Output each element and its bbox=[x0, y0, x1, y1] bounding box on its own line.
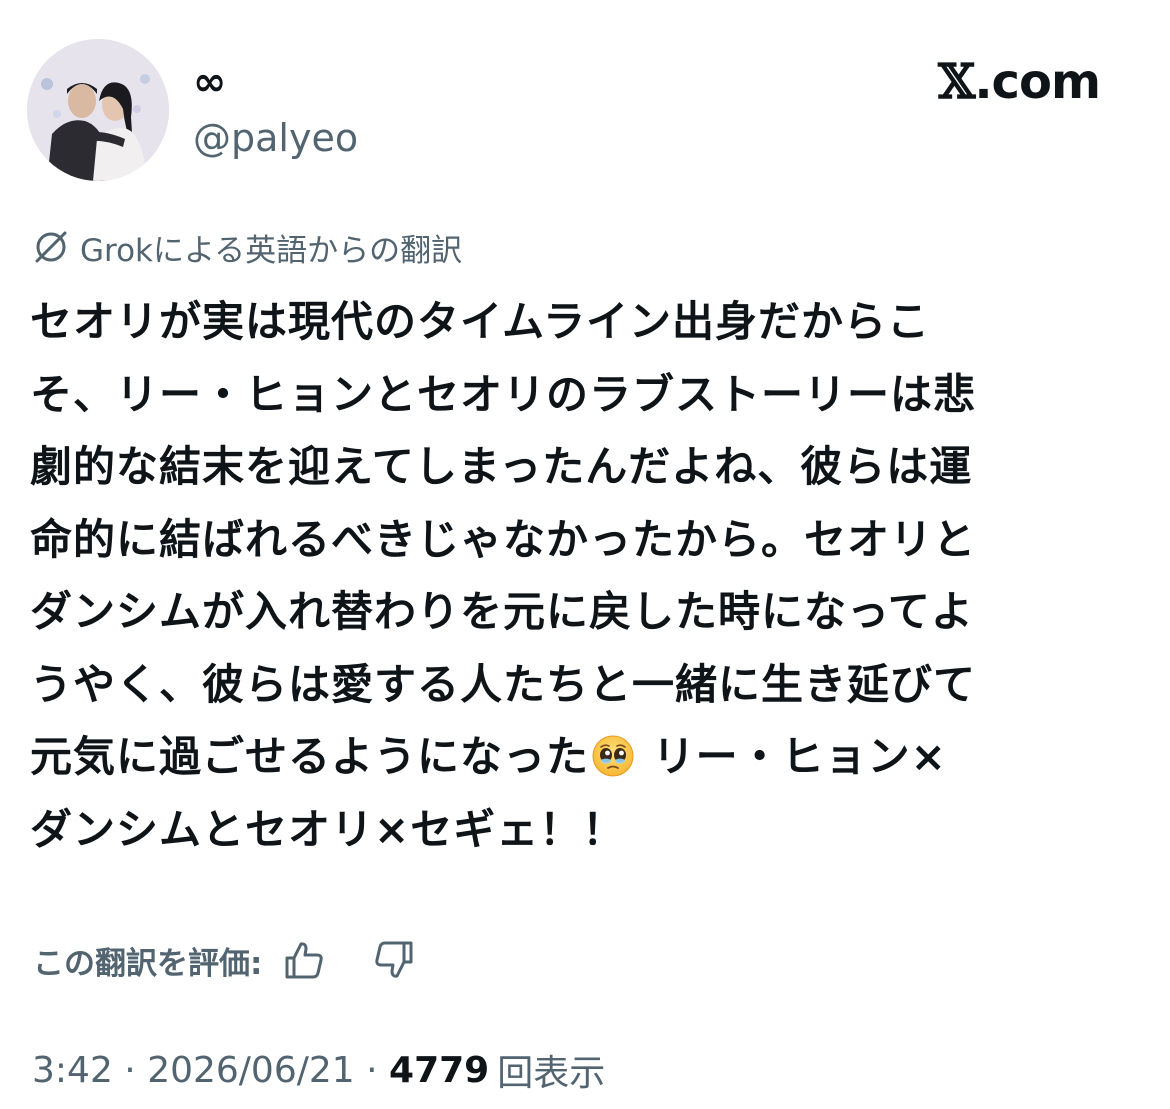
views-label: 回表示 bbox=[497, 1053, 606, 1094]
user-handle[interactable]: @palyeo bbox=[193, 112, 358, 164]
display-name[interactable]: ∞ bbox=[193, 56, 226, 108]
tweet-line: そ、リー・ヒョンとセオリのラブストーリーは悲 bbox=[30, 369, 977, 419]
thumbs-up-icon[interactable] bbox=[282, 938, 326, 982]
translation-rating: この翻訳を評価: bbox=[33, 930, 416, 990]
tweet-line-segment: リー・ヒョン× bbox=[637, 732, 947, 781]
tweet-meta: 3:42 · 2026/06/21 · 4779 回表示 bbox=[32, 1042, 605, 1098]
translation-label: Grokによる英語からの翻訳 bbox=[80, 232, 463, 269]
tweet-line: 元気に過ごせるようになった リー・ヒョン× bbox=[30, 721, 1142, 794]
tweet-text: セオリが実は現代のタイムライン出身だからこ そ、リー・ヒョンとセオリのラブストー… bbox=[30, 286, 1142, 866]
x-logo-icon: 𝕏 bbox=[938, 54, 975, 110]
tweet-header: ∞ @palyeo 𝕏.com bbox=[0, 0, 1170, 200]
avatar[interactable] bbox=[27, 39, 169, 181]
tweet-line: 命的に結ばれるべきじゃなかったから。セオリと bbox=[30, 514, 977, 564]
rating-label: この翻訳を評価: bbox=[33, 945, 263, 982]
tweet-line: うやく、彼らは愛する人たちと一緒に生き延びて bbox=[30, 659, 977, 709]
grok-icon bbox=[35, 231, 67, 263]
pleading-face-emoji bbox=[592, 735, 634, 777]
tweet-line-segment: 元気に過ごせるようになった bbox=[30, 732, 590, 781]
translation-notice: Grokによる英語からの翻訳 bbox=[32, 222, 462, 272]
tweet-date[interactable]: 2026/06/21 bbox=[147, 1050, 355, 1091]
meta-separator: · bbox=[354, 1049, 390, 1091]
tweet-line: 劇的な結末を迎えてしまったんだよね、彼らは運 bbox=[30, 442, 973, 491]
tweet-line: ダンシムとセオリ×セギェ！！ bbox=[30, 804, 626, 854]
tweet-time[interactable]: 3:42 bbox=[32, 1050, 113, 1091]
brand-suffix: .com bbox=[974, 54, 1101, 110]
avatar-photo bbox=[27, 39, 169, 181]
views-count: 4779 bbox=[389, 1049, 490, 1091]
meta-separator: · bbox=[112, 1049, 148, 1091]
thumbs-down-icon[interactable] bbox=[372, 938, 416, 982]
brand-logo: 𝕏.com bbox=[938, 52, 1101, 112]
tweet-line: ダンシムが入れ替わりを元に戻した時になってよ bbox=[30, 587, 974, 636]
tweet-line: セオリが実は現代のタイムライン出身だからこ bbox=[30, 297, 931, 346]
